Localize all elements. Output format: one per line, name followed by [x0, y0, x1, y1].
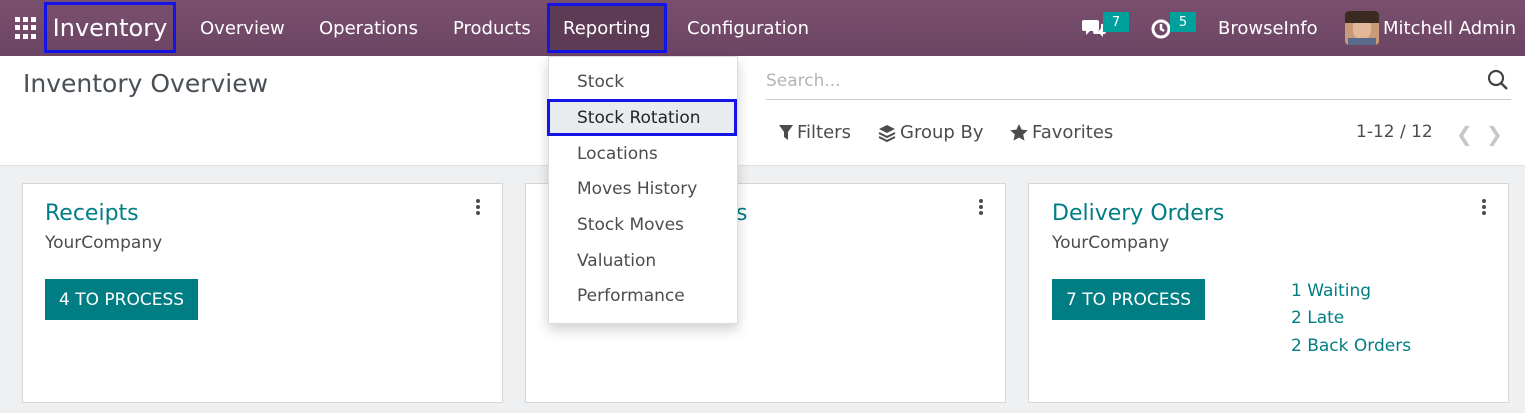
- menu-configuration[interactable]: Configuration: [687, 0, 809, 56]
- card-receipts: Receipts YourCompany 4 TO PROCESS: [22, 183, 503, 403]
- late-link[interactable]: 2 Late: [1291, 308, 1344, 328]
- card-company: YourCompany: [1052, 233, 1170, 253]
- control-panel: Inventory Overview Filters Group By Favo…: [0, 56, 1525, 166]
- dropdown-item-stock[interactable]: Stock: [577, 72, 624, 92]
- menu-overview[interactable]: Overview: [200, 0, 285, 56]
- kebab-menu-icon[interactable]: [977, 199, 985, 217]
- messages-badge: 7: [1103, 12, 1129, 32]
- favorites-button[interactable]: Favorites: [1010, 122, 1113, 143]
- company-switcher[interactable]: BrowseInfo: [1218, 0, 1318, 56]
- filter-icon: [779, 125, 793, 140]
- top-navbar: Inventory Overview Operations Products R…: [0, 0, 1525, 56]
- waiting-link[interactable]: 1 Waiting: [1291, 281, 1371, 301]
- menu-operations[interactable]: Operations: [319, 0, 418, 56]
- menu-reporting[interactable]: Reporting: [547, 3, 667, 53]
- star-icon: [1010, 124, 1028, 141]
- dropdown-item-performance[interactable]: Performance: [577, 286, 685, 306]
- filters-button[interactable]: Filters: [779, 122, 851, 143]
- group-by-button[interactable]: Group By: [878, 122, 984, 143]
- app-name[interactable]: Inventory: [44, 2, 176, 53]
- dropdown-item-stock-moves[interactable]: Stock Moves: [577, 215, 684, 235]
- search-bar: [766, 62, 1511, 100]
- pager-value[interactable]: 1-12 / 12: [1356, 122, 1433, 142]
- activities-clock-icon[interactable]: [1150, 0, 1172, 56]
- dropdown-item-valuation[interactable]: Valuation: [577, 251, 656, 271]
- card-delivery-orders: Delivery Orders YourCompany 7 TO PROCESS…: [1028, 183, 1509, 403]
- group-by-label: Group By: [900, 122, 984, 143]
- card-title[interactable]: Receipts: [45, 201, 139, 226]
- user-menu[interactable]: Mitchell Admin: [1383, 0, 1516, 56]
- card-company: YourCompany: [45, 233, 163, 253]
- filters-label: Filters: [797, 122, 851, 143]
- dropdown-item-stock-rotation[interactable]: Stock Rotation: [547, 99, 737, 136]
- pager-prev-icon[interactable]: ❮: [1456, 122, 1473, 146]
- dropdown-item-moves-history[interactable]: Moves History: [577, 179, 697, 199]
- activities-badge: 5: [1170, 12, 1196, 32]
- menu-products[interactable]: Products: [453, 0, 531, 56]
- to-process-button[interactable]: 4 TO PROCESS: [45, 279, 199, 320]
- to-process-button[interactable]: 7 TO PROCESS: [1052, 279, 1206, 320]
- card-title[interactable]: Delivery Orders: [1052, 201, 1224, 226]
- apps-menu-icon[interactable]: [15, 17, 37, 39]
- favorites-label: Favorites: [1032, 122, 1114, 143]
- user-avatar[interactable]: [1345, 11, 1379, 45]
- page-title: Inventory Overview: [23, 69, 269, 98]
- dropdown-item-locations[interactable]: Locations: [577, 144, 658, 164]
- pager-next-icon[interactable]: ❯: [1486, 122, 1503, 146]
- kebab-menu-icon[interactable]: [474, 199, 482, 217]
- reporting-dropdown: Stock Stock Rotation Locations Moves His…: [547, 56, 738, 324]
- layers-icon: [878, 124, 896, 142]
- kebab-menu-icon[interactable]: [1480, 199, 1488, 217]
- search-icon[interactable]: [1487, 69, 1509, 91]
- search-input[interactable]: [766, 68, 1466, 94]
- back-orders-link[interactable]: 2 Back Orders: [1291, 336, 1411, 356]
